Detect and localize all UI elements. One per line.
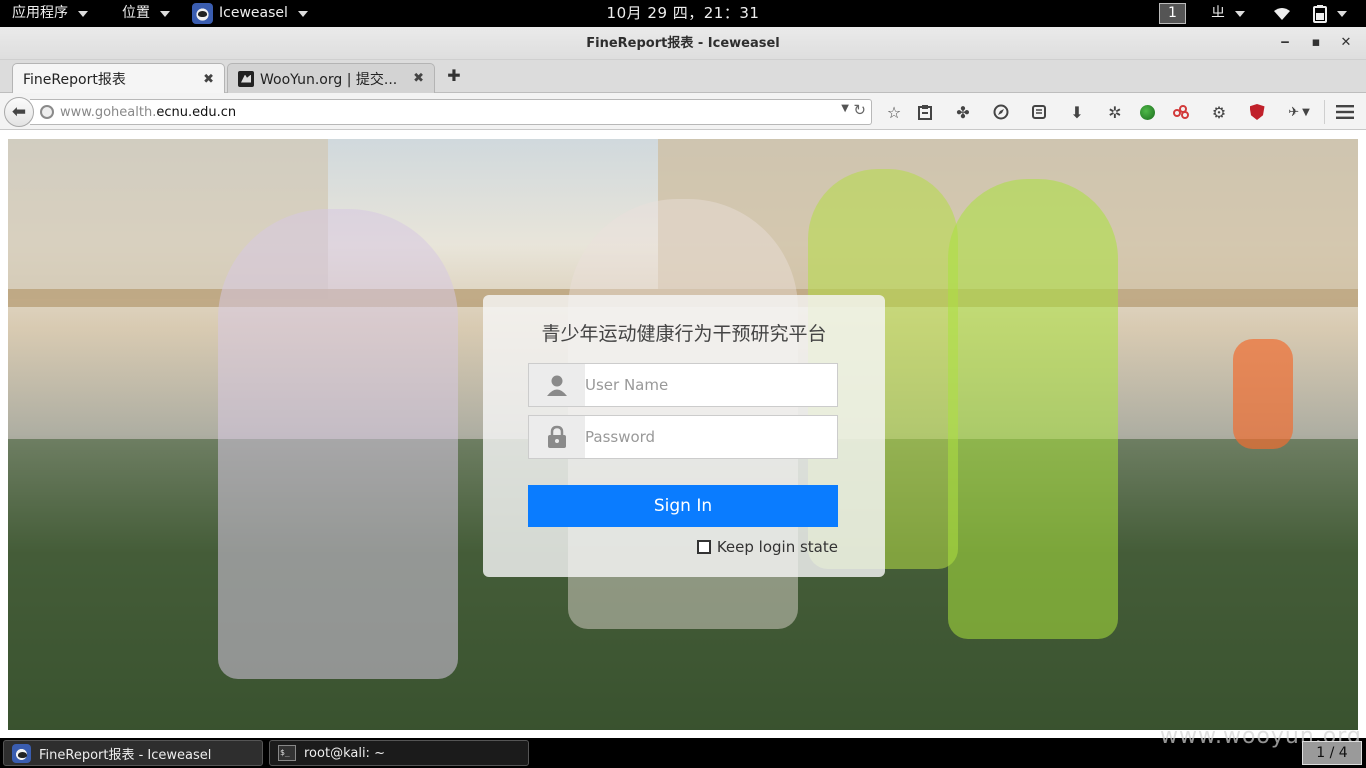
workspace-indicator[interactable]: 1 (1159, 3, 1186, 24)
battery-icon (1313, 4, 1327, 23)
url-prefix: www.gohealth. (60, 104, 157, 120)
password-field[interactable] (528, 415, 838, 459)
close-window-button[interactable]: ✕ (1335, 33, 1357, 55)
rings-extension-button[interactable] (1170, 101, 1192, 123)
url-domain: ecnu.edu.cn (156, 104, 237, 120)
compass-button[interactable] (990, 101, 1012, 123)
child-figure (948, 179, 1118, 639)
iceweasel-icon (192, 3, 213, 24)
clipboard-icon (918, 105, 932, 120)
back-arrow-icon: ⬅ (11, 102, 27, 122)
taskbar-item-label: root@kali: ~ (304, 745, 385, 761)
noscript-icon: ✈ (1288, 104, 1300, 120)
sign-in-button[interactable]: Sign In (528, 485, 838, 527)
toolbar-separator (1324, 100, 1325, 124)
wifi-icon (1274, 7, 1290, 20)
download-arrow-icon: ⬇ (1070, 102, 1084, 122)
input-method-menu[interactable]: ㄓ (1211, 0, 1245, 27)
user-icon (529, 364, 585, 406)
applications-menu[interactable]: 应用程序 (12, 0, 88, 27)
tab-finereport[interactable]: FineReport报表 ✖ (12, 63, 225, 94)
star-icon: ☆ (886, 102, 902, 122)
tab-label: FineReport报表 (23, 72, 126, 88)
close-tab-icon[interactable]: ✖ (413, 71, 424, 86)
new-tab-button[interactable]: ✚ (443, 65, 465, 87)
tab-wooyun[interactable]: WooYun.org | 提交... ✖ (227, 63, 435, 93)
chevron-down-icon: ▼ (1302, 106, 1310, 118)
hamburger-menu-button[interactable] (1334, 101, 1356, 123)
document-icon (1032, 105, 1046, 119)
app-menu-label: Iceweasel (219, 5, 288, 21)
green-orb-icon (1139, 104, 1155, 120)
taskbar-item-iceweasel[interactable]: FineReport报表 - Iceweasel (3, 740, 263, 766)
app-menu[interactable]: Iceweasel (192, 0, 308, 27)
lock-icon (529, 416, 585, 458)
chevron-down-icon (78, 10, 88, 17)
preferences-button[interactable]: ⚙ (1208, 101, 1230, 123)
puzzle-icon: ✤ (956, 102, 970, 122)
downloads-button[interactable]: ⬇ (1066, 101, 1088, 123)
close-icon: ✕ (1340, 35, 1352, 50)
password-input[interactable] (585, 416, 837, 458)
back-button[interactable]: ⬅ (4, 97, 34, 127)
reader-button[interactable] (1028, 101, 1050, 123)
chevron-down-icon (297, 10, 308, 17)
noscript-menu-button[interactable]: ✈ ▼ (1282, 101, 1316, 123)
terminal-icon: $_ (278, 745, 296, 761)
wooyun-favicon-icon (238, 70, 254, 87)
minimize-button[interactable]: ‒ (1274, 33, 1296, 55)
hamburger-icon (1336, 105, 1354, 119)
checkbox-icon[interactable] (696, 540, 711, 554)
compass-icon (993, 104, 1009, 120)
top-panel: 应用程序 位置 Iceweasel 10月 29 四，21：31 1 ㄓ (0, 0, 1366, 27)
minimize-icon: ‒ (1280, 35, 1290, 50)
tab-label: WooYun.org | 提交... (260, 71, 398, 88)
username-input[interactable] (585, 364, 837, 406)
gear-icon: ✲ (1108, 102, 1122, 122)
url-bar[interactable]: www.gohealth.ecnu.edu.cn ▼ ↻ (30, 99, 872, 125)
maximize-icon: ▪ (1311, 35, 1321, 50)
system-menu[interactable] (1313, 0, 1347, 27)
addons-button[interactable]: ✤ (952, 101, 974, 123)
chevron-down-icon (1337, 10, 1347, 17)
taskbar-item-label: FineReport报表 - Iceweasel (39, 747, 212, 763)
chevron-down-icon (160, 10, 170, 17)
places-menu[interactable]: 位置 (122, 0, 170, 27)
workspace-pager[interactable]: 1 / 4 (1302, 741, 1362, 765)
wifi-indicator[interactable] (1273, 0, 1291, 27)
tab-strip: FineReport报表 ✖ WooYun.org | 提交... ✖ ✚ (0, 60, 1366, 94)
places-menu-label: 位置 (122, 5, 150, 21)
plus-icon: ✚ (447, 66, 461, 85)
keep-login-label: Keep login state (716, 538, 838, 556)
shield-icon (1249, 104, 1265, 120)
maximize-button[interactable]: ▪ (1305, 33, 1327, 55)
navigation-toolbar: www.gohealth.ecnu.edu.cn ▼ ↻ ⬅ ☆ ✤ ⬇ ✲ ⚙… (0, 93, 1366, 130)
window-title: FineReport报表 - Iceweasel (586, 36, 780, 51)
settings-gear-button[interactable]: ✲ (1104, 101, 1126, 123)
iceweasel-icon (12, 743, 31, 763)
bookmarks-menu-button[interactable] (914, 101, 936, 123)
bookmark-star-button[interactable]: ☆ (883, 101, 905, 123)
child-figure (1233, 339, 1293, 449)
input-method-label: ㄓ (1211, 5, 1225, 21)
child-figure (218, 209, 458, 679)
close-tab-icon[interactable]: ✖ (203, 72, 214, 87)
url-dropdown-icon[interactable]: ▼ (841, 103, 849, 114)
window-titlebar[interactable]: FineReport报表 - Iceweasel ‒ ▪ ✕ (0, 27, 1366, 60)
security-addon-button[interactable] (1246, 101, 1268, 123)
login-title: 青少年运动健康行为干预研究平台 (541, 323, 827, 345)
taskbar-item-terminal[interactable]: $_ root@kali: ~ (269, 740, 529, 766)
login-card: 青少年运动健康行为干预研究平台 Sign In Keep login state (483, 295, 885, 577)
page-content: 青少年运动健康行为干预研究平台 Sign In Keep login state (0, 131, 1366, 738)
keep-login-checkbox[interactable]: Keep login state (696, 538, 838, 556)
chevron-down-icon (1235, 10, 1245, 17)
green-extension-button[interactable] (1136, 101, 1158, 123)
cog-icon: ⚙ (1211, 102, 1227, 122)
globe-icon (40, 105, 54, 119)
rings-icon (1173, 105, 1189, 119)
reload-icon[interactable]: ↻ (853, 101, 866, 119)
username-field[interactable] (528, 363, 838, 407)
applications-menu-label: 应用程序 (12, 5, 68, 21)
url-text[interactable]: www.gohealth.ecnu.edu.cn (60, 105, 236, 120)
